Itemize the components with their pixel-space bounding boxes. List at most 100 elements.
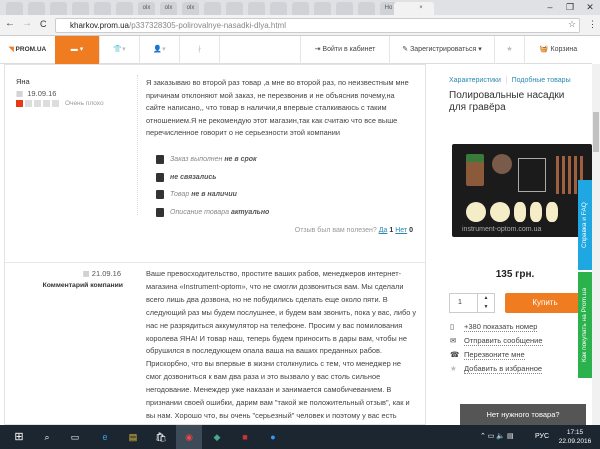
product-action[interactable]: ▯ +380 показать номер [450, 322, 538, 332]
minimize-button[interactable]: – [540, 0, 560, 15]
app-icon[interactable]: ◆ [204, 425, 230, 449]
browser-tab[interactable] [6, 2, 23, 15]
browser-tab[interactable] [204, 2, 221, 15]
browser-tab[interactable] [270, 2, 287, 15]
review-feature: Описание товара актуально [156, 207, 269, 217]
phone-icon: ▯ [450, 322, 455, 331]
clock-date: 22.09.2016 [558, 438, 592, 445]
help-faq-tab[interactable]: Справка и FAQ [578, 180, 592, 270]
quantity-arrows[interactable]: ▲ ▼ [477, 294, 494, 312]
url-input[interactable]: kharkov.prom.ua/p337328305-polirovalnye-… [55, 18, 580, 33]
close-tab-icon[interactable]: × [410, 2, 432, 15]
menu-icon[interactable]: ⋮ [588, 19, 597, 30]
not-found-banner[interactable]: Нет нужного товара? [460, 404, 586, 425]
catalog-menu-button[interactable]: ▬ ▾ [55, 36, 100, 64]
browser-tab[interactable] [358, 2, 375, 15]
browser-tab[interactable]: olx [138, 2, 155, 15]
register-button[interactable]: ✎ Зарегистрироваться ▾ [390, 36, 495, 64]
browser-tab[interactable] [94, 2, 111, 15]
clothes-menu-button[interactable]: 👕▾ [100, 36, 140, 64]
felt-wheels [466, 202, 558, 222]
close-window-button[interactable]: ✕ [580, 0, 600, 15]
not-contacted-icon [156, 172, 164, 182]
browser-tab[interactable] [292, 2, 309, 15]
register-label: Зарегистрироваться [410, 46, 477, 53]
calendar-icon: ▦ [82, 269, 90, 278]
similar-products-link[interactable]: Подобные товары [512, 77, 571, 84]
language-indicator[interactable]: РУС [535, 425, 549, 449]
user-menu-button[interactable]: 👤▾ [140, 36, 180, 64]
prom-logo[interactable]: ◥ PROM.UA [0, 36, 55, 64]
cart-label: Корзина [550, 46, 578, 53]
windows-taskbar: ⊞ ⌕ ▭ e ▤ 🛍 ◉ ◆ ■ ● ⌃ ▭ 🔈 ▤ РУС 17:15 22.… [0, 425, 600, 449]
feature-value: не связались [170, 173, 217, 181]
app-icon[interactable]: ■ [232, 425, 258, 449]
add-favorite-link[interactable]: Добавить в избранное [464, 364, 543, 374]
browser-tab[interactable]: olx [182, 2, 199, 15]
task-view-icon[interactable]: ▭ [62, 425, 88, 449]
buy-button[interactable]: Купить [505, 293, 585, 313]
review-date: ▦ 19.09.16 [16, 89, 56, 98]
scrollbar[interactable] [592, 64, 600, 425]
product-action[interactable]: ✉ Отправить сообщение [450, 336, 543, 346]
description-icon [156, 207, 164, 217]
product-panel: Характеристики | Подобные товары Полиров… [446, 64, 592, 425]
edge-icon[interactable]: e [92, 425, 118, 449]
how-to-buy-tab[interactable]: Как покупать на Prom.ua [578, 272, 592, 378]
helpful-no-link[interactable]: Нет [395, 227, 407, 234]
browser-tab[interactable] [72, 2, 89, 15]
clock-time: 17:15 [566, 429, 584, 436]
bookmark-star-icon[interactable]: ☆ [568, 19, 576, 30]
login-button[interactable]: ⇥ Войти в кабинет [300, 36, 390, 64]
app-icon[interactable]: ● [260, 425, 286, 449]
browser-tab[interactable]: olx [160, 2, 177, 15]
browser-tab[interactable] [116, 2, 133, 15]
browser-tab[interactable] [336, 2, 353, 15]
quantity-stepper[interactable]: 1 ▲ ▼ [449, 293, 495, 313]
review-feature: Товар не в наличии [156, 190, 237, 199]
maximize-button[interactable]: ❐ [560, 0, 580, 15]
helpful-yes-link[interactable]: Да [379, 227, 388, 234]
forward-button[interactable]: → [22, 18, 32, 29]
cutting-disc [492, 154, 512, 174]
calendar-icon: ▦ [16, 89, 24, 98]
show-phone-link[interactable]: +380 показать номер [464, 322, 538, 332]
feature-value: не в наличии [191, 191, 237, 198]
chrome-icon[interactable]: ◉ [176, 425, 202, 449]
product-image[interactable]: instrument-optom.com.ua [452, 144, 592, 237]
site-header: ◥ PROM.UA ▬ ▾ 👕▾ 👤▾ ∤ ⇥ Войти в кабинет … [0, 36, 592, 64]
send-message-link[interactable]: Отправить сообщение [464, 336, 543, 346]
tools-menu-button[interactable]: ∤ [180, 36, 220, 64]
product-action[interactable]: ★ Добавить в избранное [450, 364, 543, 374]
product-action[interactable]: ☎ Перезвоните мне [450, 350, 525, 360]
search-icon[interactable]: ⌕ [34, 425, 60, 449]
scrollbar-thumb[interactable] [593, 112, 599, 152]
cart-button[interactable]: 🧺 Корзина [525, 36, 592, 64]
back-button[interactable]: ← [5, 18, 15, 29]
feature-value: не в срок [224, 156, 257, 163]
rating-square [25, 100, 32, 107]
logo-icon: ◥ [8, 46, 14, 53]
logo-text: PROM.UA [15, 46, 47, 53]
browser-tab-strip: olxolxolxНоНо× – ❐ ✕ [0, 0, 600, 15]
rating-square [43, 100, 50, 107]
browser-tab[interactable] [314, 2, 331, 15]
callback-icon: ☎ [450, 350, 460, 359]
browser-tab[interactable] [226, 2, 243, 15]
browser-tab[interactable] [50, 2, 67, 15]
rating-label: Очень плохо [65, 100, 104, 107]
tray-icons[interactable]: ⌃ ▭ 🔈 ▤ [480, 425, 514, 449]
favorites-star-icon[interactable]: ★ [495, 36, 525, 64]
paste-jar [466, 154, 484, 186]
reload-button[interactable]: C [40, 19, 47, 29]
clock[interactable]: 17:15 22.09.2016 [555, 428, 595, 446]
store-icon[interactable]: 🛍 [148, 425, 174, 449]
windows-start-icon[interactable]: ⊞ [6, 425, 32, 449]
explorer-icon[interactable]: ▤ [120, 425, 146, 449]
browser-tab[interactable] [28, 2, 45, 15]
divider [137, 75, 138, 215]
browser-tab[interactable] [248, 2, 265, 15]
callback-link[interactable]: Перезвоните мне [464, 350, 525, 360]
review-card: Яна ▦ 19.09.16 Очень плохо Я заказываю в… [4, 64, 426, 446]
characteristics-link[interactable]: Характеристики [449, 77, 501, 84]
